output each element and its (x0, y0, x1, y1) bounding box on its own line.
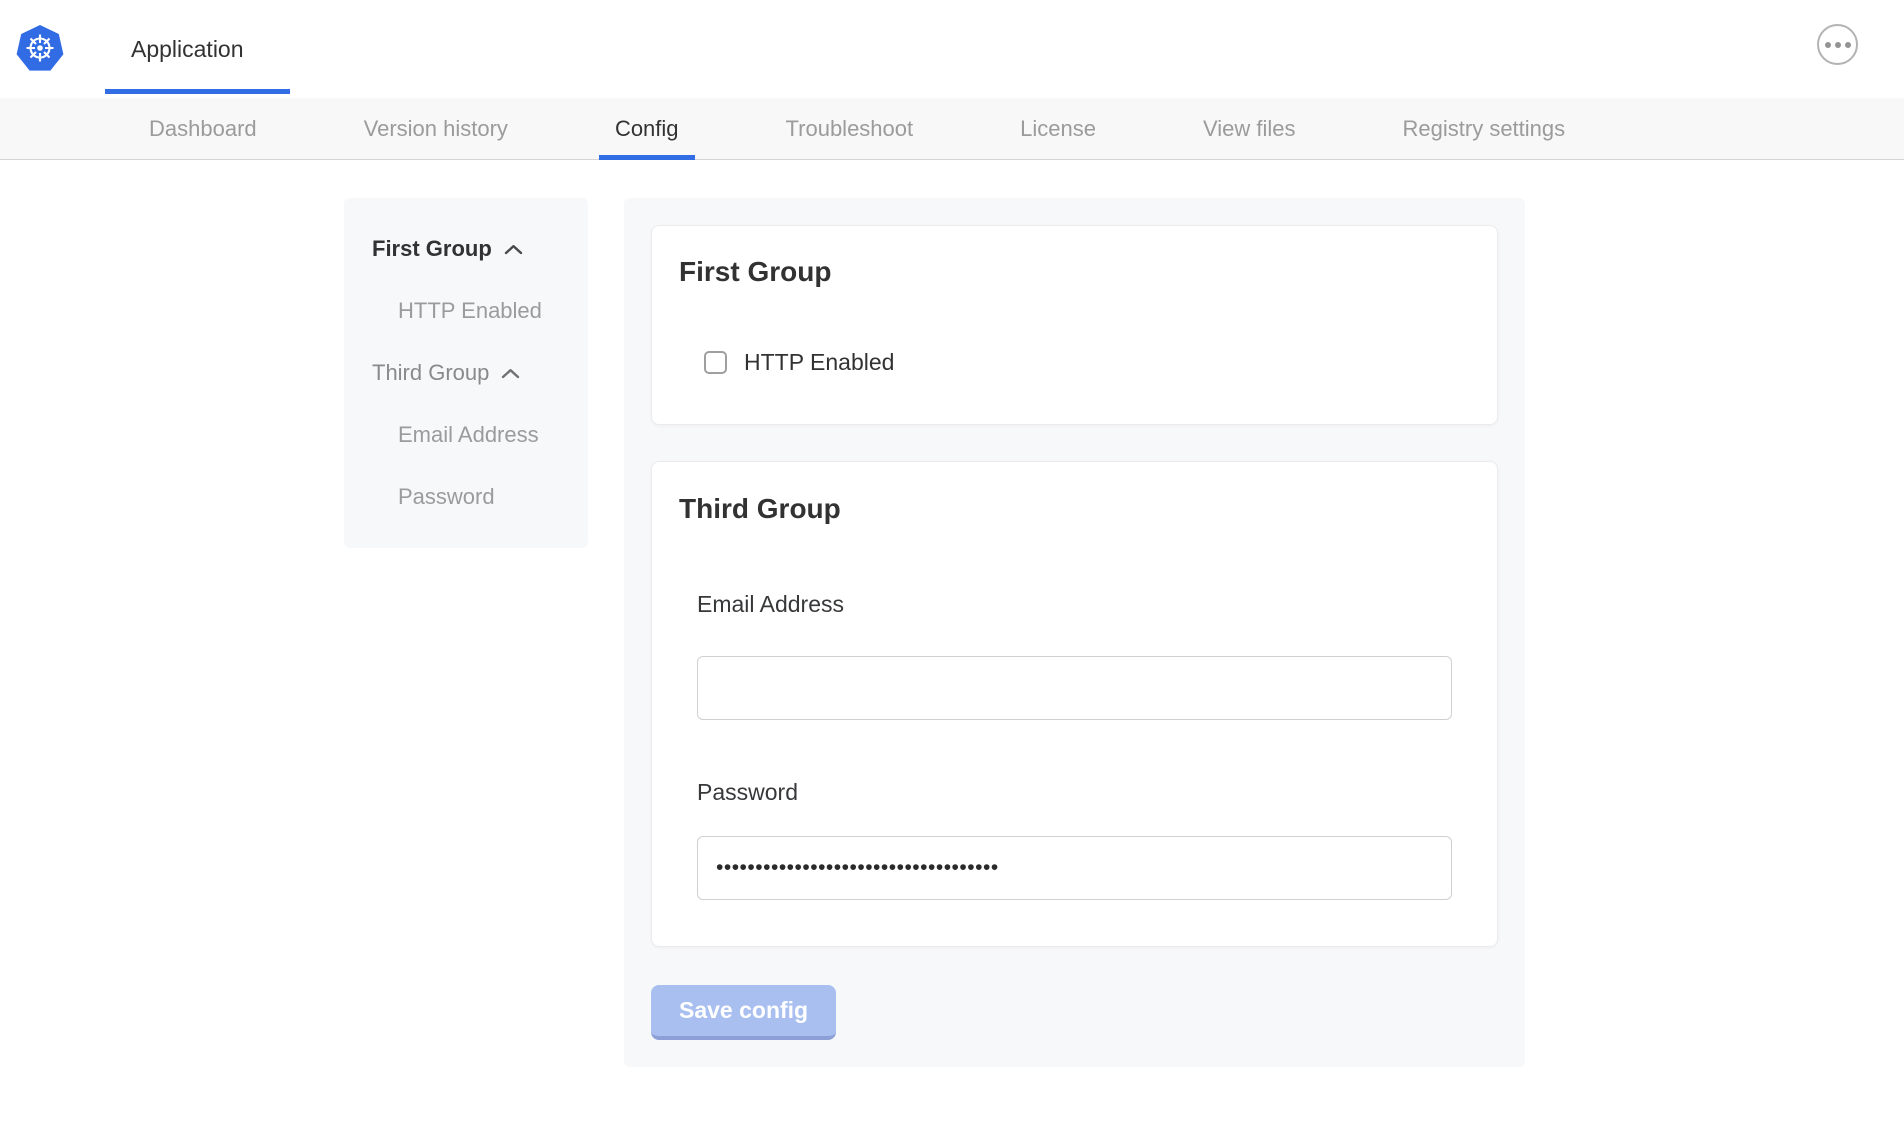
sidebar-item-first-group[interactable]: First Group (372, 236, 578, 262)
sidebar-item-email-address[interactable]: Email Address (372, 422, 578, 448)
tab-dashboard[interactable]: Dashboard (133, 98, 273, 159)
password-field: Password (697, 778, 1452, 900)
email-address-field: Email Address (697, 590, 1452, 720)
http-enabled-checkbox[interactable] (704, 351, 727, 374)
active-app-tab-underline (105, 89, 290, 94)
tab-troubleshoot[interactable]: Troubleshoot (770, 98, 930, 159)
sidebar-item-password[interactable]: Password (372, 484, 578, 510)
tab-application[interactable]: Application (131, 0, 244, 98)
password-input[interactable] (697, 836, 1452, 900)
tab-view-files[interactable]: View files (1187, 98, 1312, 159)
kubernetes-logo-icon (16, 25, 64, 73)
sidebar-item-label: Email Address (398, 422, 539, 448)
config-panel: First Group HTTP Enabled Third Group Ema… (624, 198, 1525, 1067)
sidebar-item-http-enabled[interactable]: HTTP Enabled (372, 298, 578, 324)
chevron-up-icon (504, 244, 523, 255)
email-address-label: Email Address (697, 590, 1452, 618)
tab-application-label: Application (131, 36, 244, 63)
app-nav-tabs: Dashboard Version history Config Trouble… (0, 98, 1904, 160)
config-fields: Email Address Password (697, 590, 1452, 900)
tab-registry-settings[interactable]: Registry settings (1387, 98, 1582, 159)
config-group-card-first: First Group HTTP Enabled (651, 225, 1498, 425)
checkbox-label: HTTP Enabled (744, 348, 894, 376)
group-title: Third Group (679, 492, 1470, 526)
sidebar-item-label: First Group (372, 236, 492, 262)
http-enabled-checkbox-row[interactable]: HTTP Enabled (704, 348, 1470, 376)
app-header: Application (0, 0, 1904, 98)
ellipsis-icon (1825, 42, 1851, 48)
password-label: Password (697, 778, 1452, 806)
sidebar-item-third-group[interactable]: Third Group (372, 360, 578, 386)
chevron-up-icon (501, 368, 520, 379)
overflow-menu-button[interactable] (1817, 24, 1858, 65)
config-page: First Group HTTP Enabled Third Group Ema… (0, 198, 1904, 1067)
tab-config[interactable]: Config (599, 98, 695, 159)
group-title: First Group (679, 254, 1470, 290)
sidebar-item-label: Password (398, 484, 495, 510)
save-config-button[interactable]: Save config (651, 985, 836, 1040)
tab-license[interactable]: License (1004, 98, 1112, 159)
sidebar-item-label: HTTP Enabled (398, 298, 542, 324)
tab-version-history[interactable]: Version history (348, 98, 524, 159)
email-address-input[interactable] (697, 656, 1452, 720)
sidebar-item-label: Third Group (372, 360, 489, 386)
config-group-card-third: Third Group Email Address Password (651, 461, 1498, 947)
config-sidebar: First Group HTTP Enabled Third Group Ema… (344, 198, 588, 548)
